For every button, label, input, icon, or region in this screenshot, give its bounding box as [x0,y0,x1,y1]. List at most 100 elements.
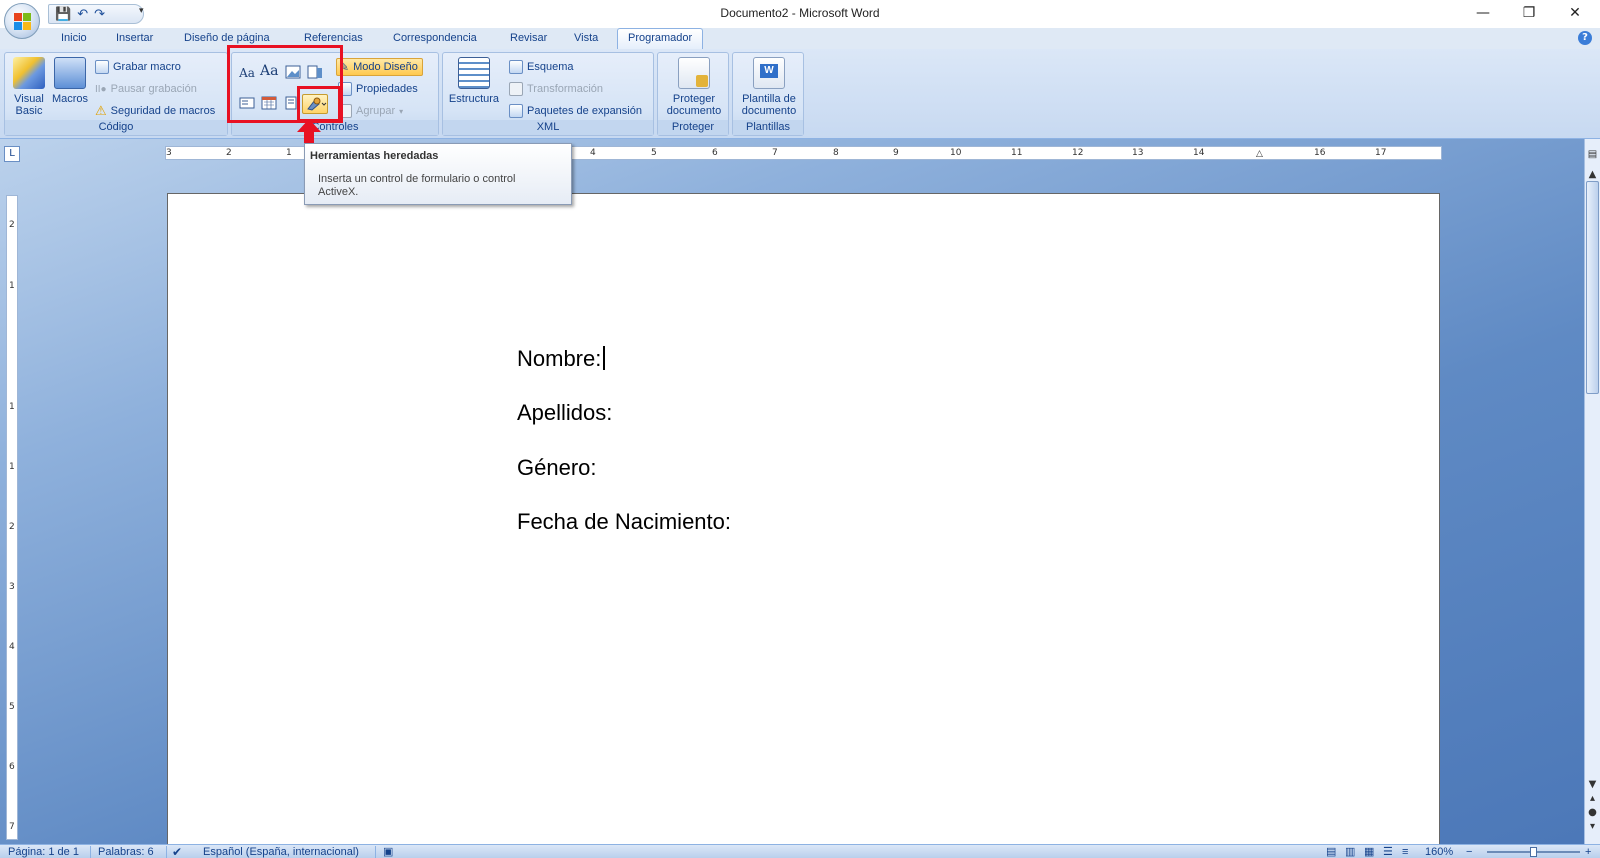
paquetes-expansion-button[interactable]: Paquetes de expansión [509,102,642,120]
visual-basic-button[interactable]: Visual Basic [10,57,48,117]
modo-diseno-button[interactable]: ✎ Modo Diseño [336,58,423,76]
ruler-label: 11 [1011,148,1023,158]
grabar-macro-label: Grabar macro [113,61,181,73]
status-bar: Página: 1 de 1 Palabras: 6 ✔ Español (Es… [0,844,1600,858]
group-label-codigo: Código [5,120,227,135]
word-count[interactable]: Palabras: 6 [98,845,154,858]
protect-document-icon [678,57,710,89]
ruler-label: 3 [166,148,172,158]
visual-basic-label: Visual Basic [14,93,44,117]
ruler-label: 4 [9,642,15,652]
print-layout-icon[interactable]: ▤ [1326,845,1336,858]
estructura-label: Estructura [448,93,500,105]
restore-button[interactable]: ❐ [1506,2,1552,24]
plantilla-documento-button[interactable]: W Plantilla de documento [735,57,803,117]
zoom-in-icon[interactable]: + [1585,845,1591,858]
expansion-pack-icon [509,104,523,118]
transformacion-label: Transformación [527,83,604,95]
macro-record-icon[interactable]: ▣ [383,845,393,858]
pause-icon: II● [95,83,107,95]
page-count[interactable]: Página: 1 de 1 [8,845,79,858]
esquema-button[interactable]: Esquema [509,58,573,76]
macros-label: Macros [51,93,89,105]
document-line[interactable]: Apellidos: [517,400,612,426]
draft-icon[interactable]: ≡ [1402,845,1408,858]
ruler-label: 2 [9,522,15,532]
zoom-slider-thumb[interactable] [1530,847,1537,857]
ruler-toggle-icon[interactable]: ▤ [1585,149,1600,160]
ruler-label: 12 [1072,148,1084,158]
tab-selector-icon[interactable]: L [4,146,20,162]
office-button[interactable] [4,3,40,39]
document-line[interactable]: Nombre: [517,346,606,372]
esquema-label: Esquema [527,61,574,73]
ruler-label: 5 [651,148,657,158]
transformacion-button[interactable]: Transformación [509,80,603,98]
close-button[interactable]: ✕ [1552,2,1598,24]
right-indent-marker-icon[interactable]: △ [1256,149,1263,159]
proteger-documento-button[interactable]: Proteger documento [660,57,728,117]
proteger-documento-label: Proteger documento [666,93,722,117]
legacy-tools-tooltip: Herramientas heredadas Inserta un contro… [304,143,572,205]
group-xml: Estructura Esquema Transformación Paquet… [442,52,654,136]
tab-vista[interactable]: Vista [574,32,598,44]
help-icon[interactable]: ? [1578,31,1592,45]
web-layout-icon[interactable]: ▦ [1364,845,1374,858]
tab-diseno-pagina[interactable]: Diseño de página [184,32,270,44]
scroll-down-icon[interactable]: ▼ [1585,779,1600,790]
zoom-level[interactable]: 160% [1425,845,1453,858]
previous-page-icon[interactable]: ▴ [1585,793,1600,804]
vertical-ruler[interactable]: 2 1 1 1 2 3 4 5 6 7 [6,195,18,840]
ruler-label: 5 [9,702,15,712]
ruler-label: 9 [893,148,899,158]
line-text: Nombre: [517,346,602,371]
ruler-label: 10 [950,148,962,158]
browse-object-icon[interactable]: ● [1585,807,1600,818]
modo-diseno-label: Modo Diseño [353,61,418,73]
document-template-icon: W [753,57,785,89]
tab-inicio[interactable]: Inicio [61,32,87,44]
propiedades-label: Propiedades [356,83,418,95]
full-screen-reading-icon[interactable]: ▥ [1345,845,1355,858]
scrollbar-thumb[interactable] [1586,181,1599,394]
seguridad-macros-button[interactable]: ⚠ Seguridad de macros [95,102,215,120]
tab-correspondencia[interactable]: Correspondencia [393,32,477,44]
grabar-macro-button[interactable]: Grabar macro [95,58,181,76]
tab-revisar[interactable]: Revisar [510,32,547,44]
legacy-tools-highlight-box [297,86,341,122]
outline-icon[interactable]: ☰ [1383,845,1393,858]
next-page-icon[interactable]: ▾ [1585,821,1600,832]
warning-icon: ⚠ [95,103,107,118]
ruler-label: 8 [833,148,839,158]
minimize-button[interactable]: — [1460,2,1506,24]
ruler-label: 2 [9,220,15,230]
tab-referencias[interactable]: Referencias [304,32,363,44]
pausar-grabacion-button[interactable]: II● Pausar grabación [95,80,197,98]
document-line[interactable]: Género: [517,455,597,481]
tab-programador[interactable]: Programador [617,28,704,50]
ruler-label: 2 [226,148,232,158]
ruler-label: 1 [9,402,15,412]
macros-button[interactable]: Macros [51,57,89,105]
pausar-grabacion-label: Pausar grabación [110,83,197,95]
estructura-button[interactable]: Estructura [446,57,502,105]
proofing-icon[interactable]: ✔ [172,845,182,858]
vertical-scrollbar[interactable]: ▤ ▲ ▼ ▴ ● ▾ [1584,139,1600,844]
zoom-out-icon[interactable]: − [1466,845,1472,858]
document-line[interactable]: Fecha de Nacimiento: [517,509,731,535]
ruler-label: 1 [286,148,292,158]
group-codigo: Visual Basic Macros Grabar macro II● Pau… [4,52,228,136]
language[interactable]: Español (España, internacional) [203,845,359,858]
structure-icon [458,57,490,89]
tooltip-body: Inserta un control de formulario o contr… [318,173,516,198]
agrupar-button[interactable]: Agrupar ▾ [338,102,403,120]
scroll-up-icon[interactable]: ▲ [1585,169,1600,180]
document-page[interactable]: Nombre: Apellidos: Género: Fecha de Naci… [167,193,1440,844]
tab-insertar[interactable]: Insertar [116,32,153,44]
transform-icon [509,82,523,96]
status-divider [90,846,91,858]
propiedades-button[interactable]: Propiedades [338,80,418,98]
seguridad-macros-label: Seguridad de macros [110,105,216,117]
status-divider [375,846,376,858]
office-logo-icon [14,13,32,31]
